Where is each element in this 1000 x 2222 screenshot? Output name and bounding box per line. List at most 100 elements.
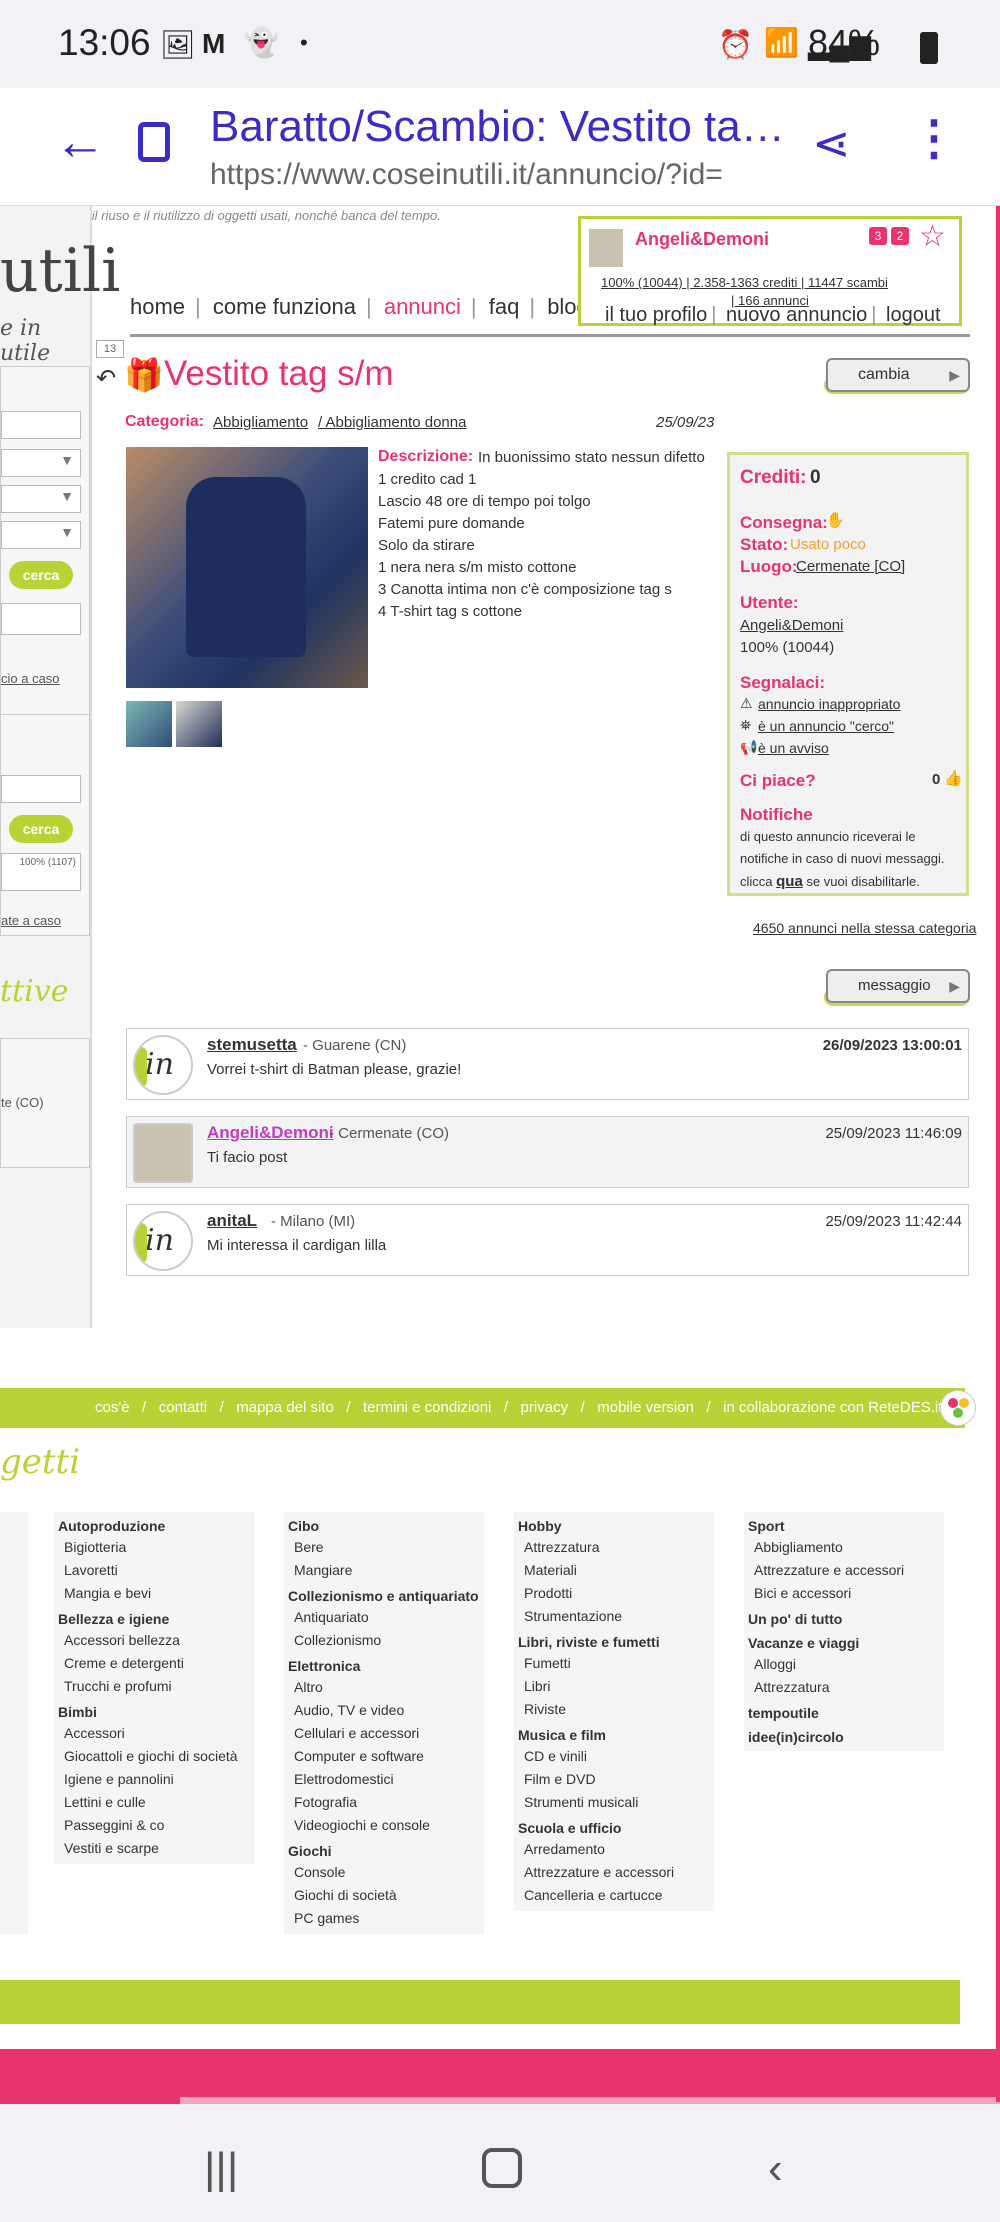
category-item[interactable]: Altro [288, 1676, 480, 1699]
select-2[interactable]: ▼ [1, 485, 81, 513]
category-item[interactable]: Attrezzature e accessori [748, 1559, 940, 1582]
category-item[interactable]: Console [288, 1861, 480, 1884]
message-author[interactable]: Angeli&Demoni [207, 1123, 334, 1143]
category-item[interactable]: Attrezzature e accessori [518, 1861, 710, 1884]
utente-link[interactable]: Angeli&Demoni [740, 617, 843, 634]
category-item[interactable]: Arredamento [518, 1838, 710, 1861]
category-heading[interactable]: Cibo [288, 1516, 480, 1536]
category-item[interactable]: PC games [288, 1907, 480, 1930]
footer-links[interactable]: cos'è / contatti / mappa del sito / term… [95, 1399, 942, 1416]
thumbnail-2[interactable] [176, 701, 222, 747]
category-heading[interactable]: idee(in)circolo [748, 1727, 940, 1747]
link-profilo[interactable]: il tuo profilo [605, 304, 707, 326]
select-3[interactable]: ▼ [1, 521, 81, 549]
category-item[interactable]: Antiquariato [288, 1606, 480, 1629]
category-item[interactable]: Vestiti e scarpe [58, 1837, 250, 1860]
category-heading[interactable]: Hobby [518, 1516, 710, 1536]
lock-icon[interactable] [138, 122, 170, 162]
category-item[interactable]: Passeggini & co [58, 1814, 250, 1837]
main-photo[interactable] [126, 447, 368, 688]
category-item[interactable]: Videogiochi e console [288, 1814, 480, 1837]
retedes-logo[interactable] [940, 1390, 976, 1426]
messaggio-button[interactable]: messaggio ▶ [826, 969, 970, 1003]
category-heading[interactable]: Sport [748, 1516, 940, 1536]
user-search-input[interactable] [1, 775, 81, 803]
user-search-button[interactable]: cerca [9, 815, 73, 843]
category-item[interactable]: Computer e software [288, 1745, 480, 1768]
category-item[interactable]: Strumenti musicali [518, 1791, 710, 1814]
category-heading[interactable]: Giochi [288, 1841, 480, 1861]
category-item[interactable]: Bigiotteria [58, 1536, 250, 1559]
notifiche-qua-link[interactable]: qua [776, 873, 803, 890]
category-item[interactable]: Libri [518, 1675, 710, 1698]
search-button[interactable]: cerca [9, 561, 73, 589]
back-arrow-icon[interactable]: ← [54, 112, 106, 172]
category-item[interactable]: Collezionismo [288, 1629, 480, 1652]
star-icon[interactable]: ☆ [919, 219, 946, 254]
category-item[interactable]: Fumetti [518, 1652, 710, 1675]
undo-icon[interactable]: ↶ [96, 364, 116, 393]
category-item[interactable]: Giochi di società [288, 1884, 480, 1907]
category-heading[interactable]: tempoutile [748, 1703, 940, 1723]
category-item[interactable]: Abbigliamento [748, 1536, 940, 1559]
category-heading[interactable]: Collezionismo e antiquariato [288, 1586, 480, 1606]
avatar[interactable] [133, 1123, 193, 1183]
more-options-icon[interactable]: ⋮ [910, 110, 958, 166]
category-item[interactable]: Lavoretti [58, 1559, 250, 1582]
category-item[interactable]: Attrezzatura [748, 1676, 940, 1699]
avatar[interactable]: in [133, 1211, 193, 1271]
category-heading[interactable]: Un po' di tutto [748, 1609, 940, 1629]
category-item[interactable]: Mangia e bevi [58, 1582, 250, 1605]
random-link-2[interactable]: ate a caso [1, 913, 61, 928]
report-avviso[interactable]: è un avviso [758, 740, 829, 756]
category-item[interactable]: Igiene e pannolini [58, 1768, 250, 1791]
recent-apps-icon[interactable]: ||| [204, 2144, 238, 2194]
thumbnail-1[interactable] [126, 701, 172, 747]
category-heading[interactable]: Vacanze e viaggi [748, 1633, 940, 1653]
username[interactable]: Angeli&Demoni [635, 229, 769, 250]
category-item[interactable]: CD e vinili [518, 1745, 710, 1768]
category-heading[interactable]: Autoproduzione [58, 1516, 250, 1536]
category-link[interactable]: Abbigliamento [213, 414, 308, 431]
message-author[interactable]: stemusetta [207, 1035, 297, 1055]
subcategory-link[interactable]: / Abbigliamento donna [318, 414, 466, 431]
category-item[interactable]: Strumentazione [518, 1605, 710, 1628]
random-link-1[interactable]: cio a caso [1, 671, 60, 686]
category-item[interactable]: Film e DVD [518, 1768, 710, 1791]
report-inappropriate[interactable]: annuncio inappropriato [758, 696, 900, 712]
link-nuovo-annuncio[interactable]: nuovo annuncio [726, 304, 867, 326]
select-1[interactable]: ▼ [1, 449, 81, 477]
notification-badge-2[interactable]: 2 [891, 227, 909, 245]
category-item[interactable]: Bere [288, 1536, 480, 1559]
nav-faq[interactable]: faq [489, 294, 520, 319]
thumbs-up-icon[interactable]: 👍 [944, 769, 963, 787]
page-title[interactable]: Baratto/Scambio: Vestito ta… [210, 102, 785, 152]
luogo-link[interactable]: Cermenate [CO] [796, 558, 905, 575]
report-cerco[interactable]: è un annuncio "cerco" [758, 718, 894, 734]
category-item[interactable]: Accessori [58, 1722, 250, 1745]
nav-annunci[interactable]: annunci [384, 294, 461, 319]
search-input[interactable] [1, 411, 81, 439]
category-item[interactable]: Giocattoli e giochi di società [58, 1745, 250, 1768]
category-item[interactable]: Trucchi e profumi [58, 1675, 250, 1698]
cambia-button[interactable]: cambia ▶ [826, 358, 970, 392]
category-item[interactable]: Accessori bellezza [58, 1629, 250, 1652]
avatar[interactable]: in [133, 1035, 193, 1095]
category-heading[interactable]: Elettronica [288, 1656, 480, 1676]
category-item[interactable]: Prodotti [518, 1582, 710, 1605]
notification-badge-1[interactable]: 3 [869, 227, 887, 245]
avatar[interactable] [589, 229, 623, 267]
category-item[interactable]: Riviste [518, 1698, 710, 1721]
category-item[interactable]: Materiali [518, 1559, 710, 1582]
site-logo[interactable]: utili [0, 236, 120, 306]
back-icon[interactable]: ‹ [768, 2144, 783, 2194]
category-heading[interactable]: Libri, riviste e fumetti [518, 1632, 710, 1652]
category-item[interactable]: Creme e detergenti [58, 1652, 250, 1675]
category-item[interactable]: Cellulari e accessori [288, 1722, 480, 1745]
category-item[interactable]: Lettini e culle [58, 1791, 250, 1814]
category-item[interactable]: Cancelleria e cartucce [518, 1884, 710, 1907]
message-author[interactable]: anitaL [207, 1211, 257, 1231]
category-item[interactable]: Bici e accessori [748, 1582, 940, 1605]
category-item[interactable]: Audio, TV e video [288, 1699, 480, 1722]
category-heading[interactable]: Scuola e ufficio [518, 1818, 710, 1838]
